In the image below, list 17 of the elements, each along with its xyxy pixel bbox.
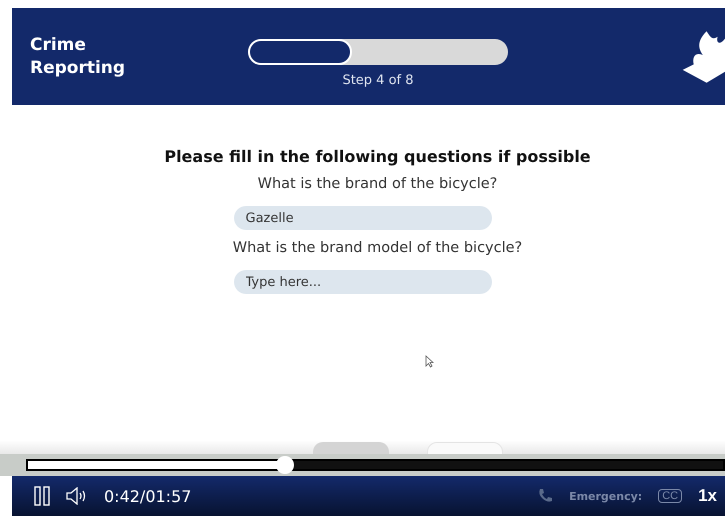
volume-icon[interactable] — [66, 487, 88, 505]
input-field[interactable]: Type here... — [234, 270, 492, 294]
speed-button[interactable]: 1x — [698, 486, 717, 506]
form-heading: Please fill in the following questions if possible — [164, 147, 591, 166]
cursor-icon — [425, 355, 434, 368]
step-label: Step 4 of 8 — [342, 73, 414, 88]
seek-bar[interactable] — [26, 459, 725, 471]
seek-handle[interactable] — [276, 456, 294, 474]
phone-icon — [537, 488, 554, 504]
question-label: What is the brand of the bicycle? — [258, 176, 498, 192]
question-label: What is the brand model of the bicycle? — [232, 240, 522, 256]
emergency-label: Emergency: — [569, 490, 642, 502]
captions-button[interactable]: CC — [658, 489, 682, 503]
input-field[interactable]: Gazelle — [234, 206, 492, 230]
app-title: Crime Reporting — [30, 34, 126, 79]
time-display: 0:42/01:57 — [104, 486, 192, 506]
pause-icon[interactable] — [34, 486, 50, 506]
